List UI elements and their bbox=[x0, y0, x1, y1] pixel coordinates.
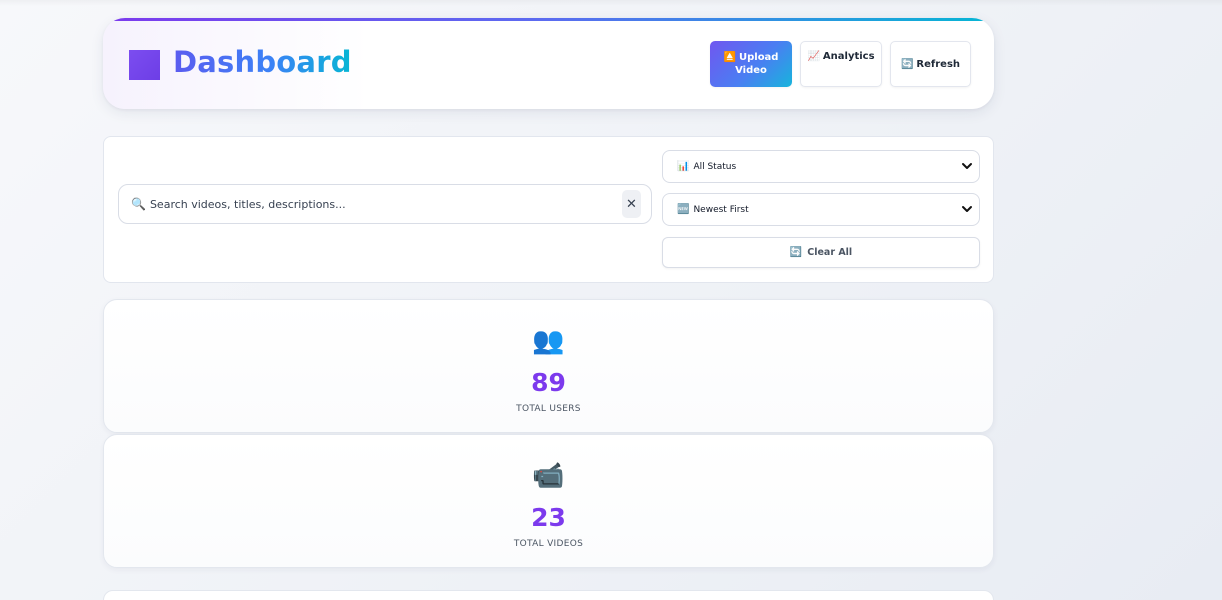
stat-card-total-videos: 📹 23 TOTAL VIDEOS bbox=[103, 434, 994, 568]
upload-label-line1: Upload bbox=[738, 52, 779, 63]
chevron-down-icon bbox=[962, 163, 972, 169]
stat-value: 23 bbox=[531, 503, 566, 532]
stat-label: TOTAL USERS bbox=[516, 404, 581, 414]
video-camera-icon: 📹 bbox=[532, 460, 565, 490]
users-icon: 👥 bbox=[532, 325, 565, 355]
refresh-button[interactable]: 🔄 Refresh bbox=[890, 41, 971, 87]
clear-all-button[interactable]: 🔄 Clear All bbox=[662, 237, 980, 268]
filter-panel: 🔍 Search videos, titles, descriptions...… bbox=[103, 136, 994, 283]
upload-video-button[interactable]: ⏏️ Upload Video bbox=[710, 41, 792, 87]
stat-value: 89 bbox=[531, 368, 566, 397]
bar-chart-icon: 📊 bbox=[677, 161, 690, 172]
stat-card-total-users: 👥 89 TOTAL USERS bbox=[103, 299, 994, 433]
upload-label-line2: Video bbox=[735, 65, 767, 76]
refresh-label: Refresh bbox=[916, 58, 961, 70]
search-icon: 🔍 bbox=[131, 197, 146, 211]
analytics-button[interactable]: 📈 Analytics bbox=[800, 41, 882, 87]
upload-icon: ⏏️ bbox=[723, 52, 736, 63]
top-shadow bbox=[0, 0, 1222, 6]
clear-all-label: Clear All bbox=[807, 247, 853, 258]
search-input[interactable]: 🔍 Search videos, titles, descriptions...… bbox=[118, 184, 652, 224]
header-accent-bar bbox=[103, 18, 994, 21]
status-filter-select[interactable]: 📊 All Status bbox=[662, 150, 980, 183]
status-filter-value: All Status bbox=[693, 161, 737, 172]
logo-icon bbox=[129, 50, 160, 80]
dashboard-header: Dashboard ⏏️ Upload Video 📈 Analytics 🔄 R… bbox=[103, 18, 994, 109]
chart-up-icon: 📈 bbox=[807, 51, 820, 62]
refresh-icon: 🔄 bbox=[789, 247, 803, 258]
sort-order-select[interactable]: 🆕 Newest First bbox=[662, 193, 980, 226]
page-title: Dashboard bbox=[173, 45, 352, 79]
refresh-icon: 🔄 bbox=[900, 58, 914, 70]
next-card bbox=[103, 590, 994, 600]
clear-search-button[interactable]: ✕ bbox=[622, 190, 641, 218]
analytics-label: Analytics bbox=[822, 51, 875, 62]
sort-order-value: Newest First bbox=[693, 204, 749, 215]
chevron-down-icon bbox=[962, 206, 972, 212]
stat-label: TOTAL VIDEOS bbox=[513, 539, 584, 549]
new-icon: 🆕 bbox=[677, 204, 690, 215]
search-placeholder: Search videos, titles, descriptions... bbox=[149, 197, 346, 211]
